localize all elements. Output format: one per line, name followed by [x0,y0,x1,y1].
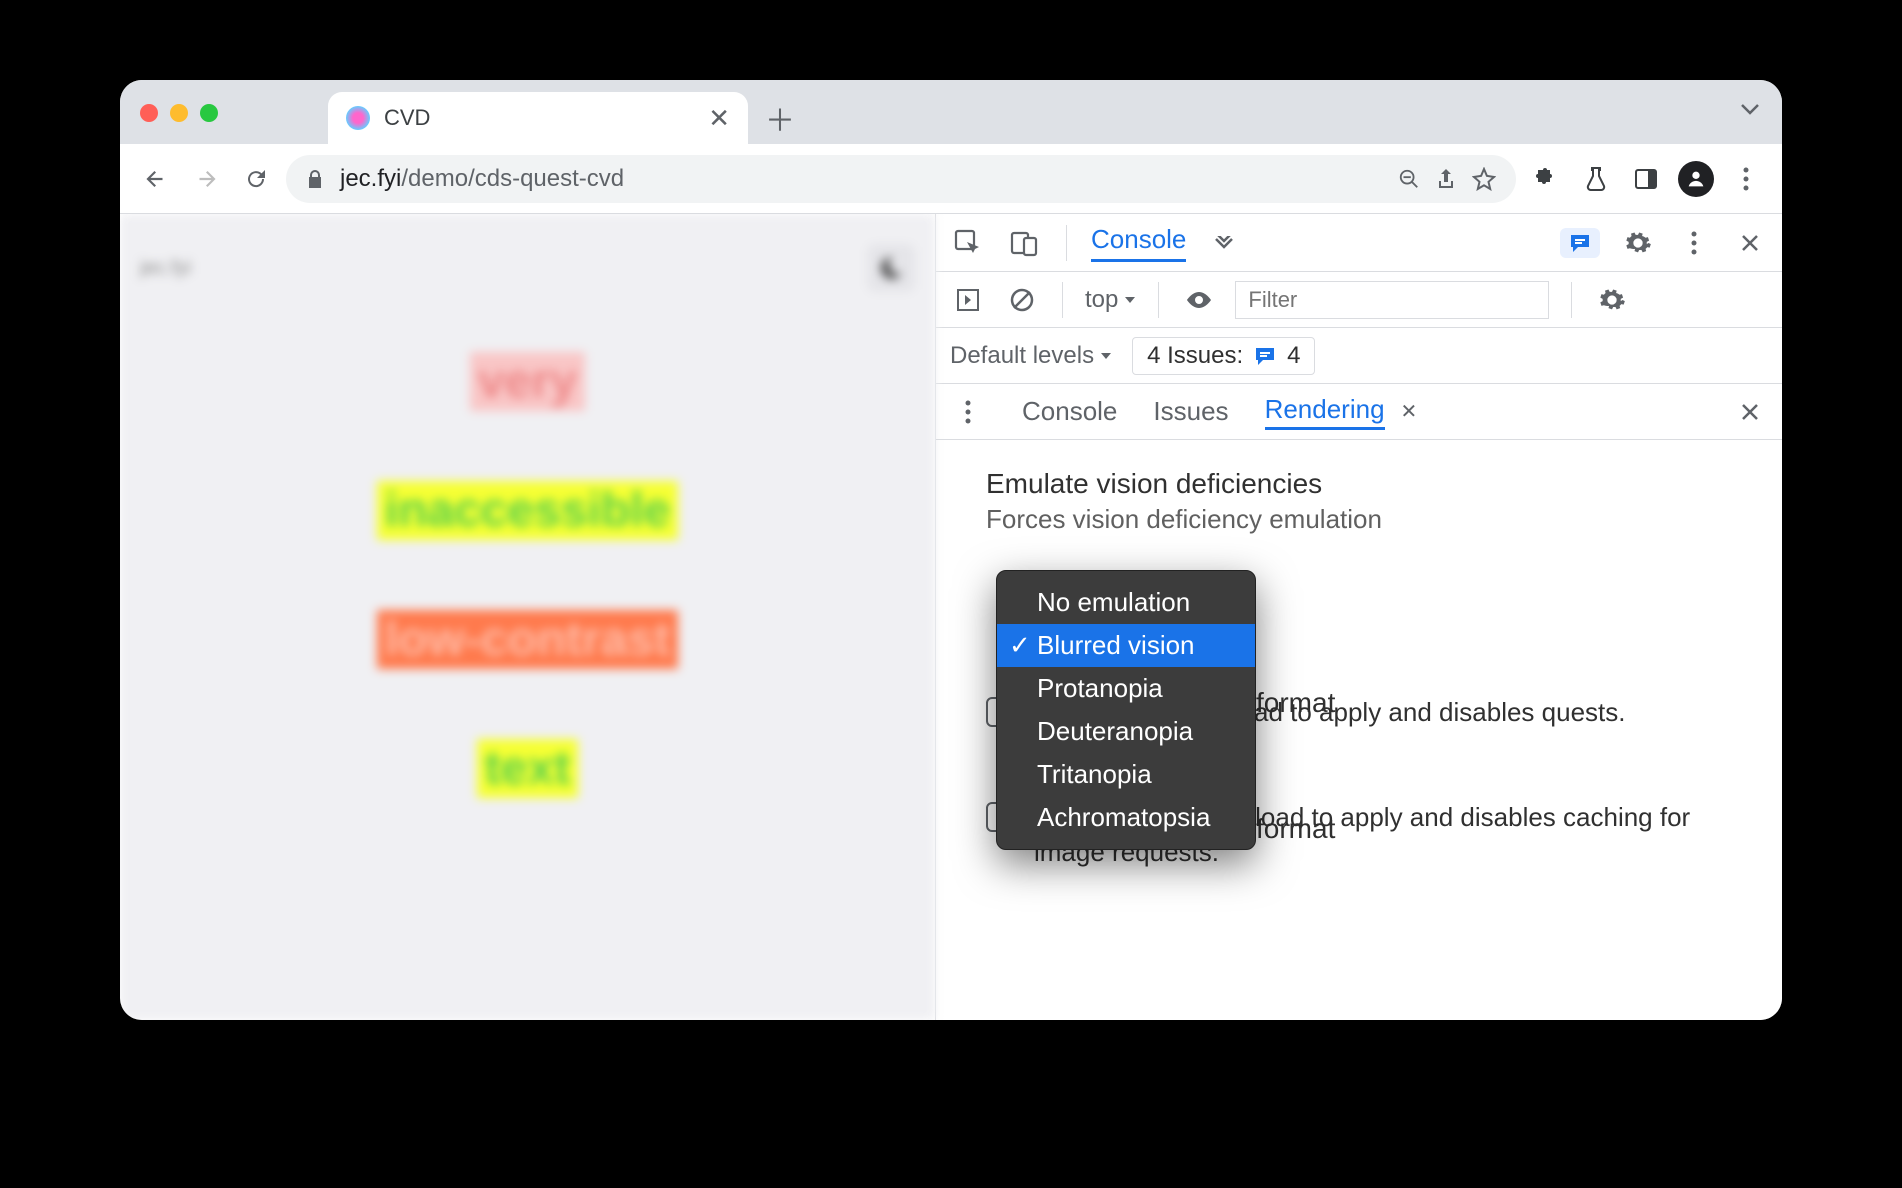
drawer-tabs: Console Issues Rendering ✕ [936,384,1782,440]
new-tab-button[interactable]: ＋ [758,96,802,140]
reload-button[interactable] [236,159,276,199]
live-expression-icon[interactable] [1181,282,1217,318]
window-controls [140,104,218,122]
close-tab-button[interactable]: ✕ [708,103,730,134]
browser-tab[interactable]: CVD ✕ [328,92,748,144]
browser-window: CVD ✕ ＋ jec.fyi/demo/cds-quest-cvd [120,80,1782,1020]
partial-title: format [1256,687,1335,719]
devtools-main-toolbar: Console [936,214,1782,272]
log-levels-selector[interactable]: Default levels [950,342,1112,370]
tab-strip: CVD ✕ ＋ [120,80,1782,144]
drawer-tab-issues[interactable]: Issues [1153,396,1228,427]
devtools-tab-console[interactable]: Console [1091,224,1186,262]
dropdown-option[interactable]: Tritanopia [997,753,1255,796]
profile-avatar[interactable] [1676,159,1716,199]
drawer-tab-rendering[interactable]: Rendering [1265,394,1385,430]
extensions-icon[interactable] [1526,159,1566,199]
bookmark-icon[interactable] [1472,167,1496,191]
dropdown-option[interactable]: Deuteranopia [997,710,1255,753]
dropdown-option-selected[interactable]: Blurred vision [997,624,1255,667]
forward-button[interactable] [186,159,226,199]
back-button[interactable] [136,159,176,199]
browser-menu-icon[interactable] [1726,159,1766,199]
minimize-window-button[interactable] [170,104,188,122]
devtools-menu-icon[interactable] [1676,225,1712,261]
page-viewport: jec.fyi very inaccessible low-contrast t… [120,214,935,1020]
dropdown-option[interactable]: Achromatopsia [997,796,1255,839]
sidepanel-icon[interactable] [1626,159,1666,199]
site-label: jec.fyi [140,257,191,280]
drawer-tab-console[interactable]: Console [1022,396,1117,427]
console-toolbar: top [936,272,1782,328]
demo-word: low-contrast [377,610,678,669]
issues-counter[interactable]: 4 Issues: 4 [1132,337,1315,375]
maximize-window-button[interactable] [200,104,218,122]
close-drawer-icon[interactable] [1732,394,1768,430]
context-selector[interactable]: top [1085,286,1136,314]
inspect-element-icon[interactable] [950,225,986,261]
rendering-drawer-body: Emulate vision deficiencies Forces visio… [936,440,1782,1020]
url-text: jec.fyi/demo/cds-quest-cvd [340,165,1382,193]
toggle-sidebar-icon[interactable] [950,282,986,318]
clear-console-icon[interactable] [1004,282,1040,318]
close-rendering-tab[interactable]: ✕ [1401,399,1418,424]
messages-badge[interactable] [1560,228,1600,258]
demo-word: text [477,739,578,798]
labs-icon[interactable] [1576,159,1616,199]
section-subtitle: Forces vision deficiency emulation [986,504,1732,535]
tabs-dropdown-button[interactable] [1740,102,1760,116]
console-filter-bar: Default levels 4 Issues: 4 [936,328,1782,384]
partial-title: format [1256,813,1335,845]
close-devtools-icon[interactable] [1732,225,1768,261]
address-bar[interactable]: jec.fyi/demo/cds-quest-cvd [286,155,1516,203]
tab-favicon [346,106,370,130]
vision-deficiency-dropdown[interactable]: No emulation Blurred vision Protanopia D… [996,570,1256,850]
more-tabs-icon[interactable] [1206,225,1242,261]
close-window-button[interactable] [140,104,158,122]
section-title: Emulate vision deficiencies [986,468,1732,500]
settings-icon[interactable] [1620,225,1656,261]
lock-icon [306,169,324,189]
dropdown-option[interactable]: No emulation [997,581,1255,624]
share-icon[interactable] [1436,168,1456,190]
dropdown-option[interactable]: Protanopia [997,667,1255,710]
content-area: jec.fyi very inaccessible low-contrast t… [120,214,1782,1020]
filter-input[interactable] [1235,281,1549,319]
console-settings-icon[interactable] [1594,282,1630,318]
demo-word: very [470,352,585,411]
zoom-out-icon[interactable] [1398,168,1420,190]
page-header: jec.fyi [140,244,915,292]
issues-icon [1253,345,1277,367]
devtools-panel: Console [935,214,1782,1020]
toolbar: jec.fyi/demo/cds-quest-cvd [120,144,1782,214]
theme-toggle-button[interactable] [867,244,915,292]
demo-word: inaccessible [377,481,679,540]
tab-title: CVD [384,105,694,131]
demo-text-column: very inaccessible low-contrast text [140,352,915,798]
drawer-menu-icon[interactable] [950,394,986,430]
device-toolbar-icon[interactable] [1006,225,1042,261]
